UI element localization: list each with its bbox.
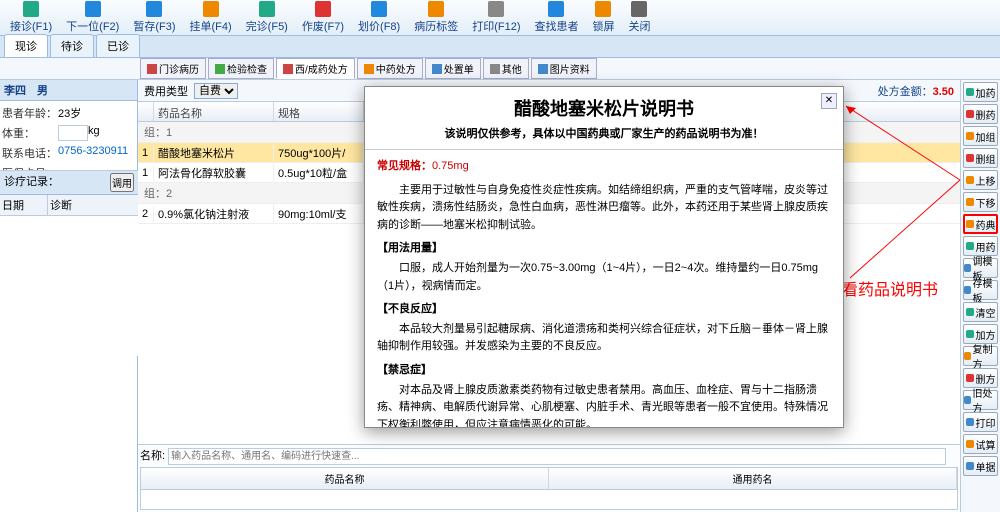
toolbar-btn[interactable]: 作废(F7) (296, 0, 350, 36)
action-btn-打印[interactable]: 打印 (963, 412, 998, 432)
action-btn-下移[interactable]: 下移 (963, 192, 998, 212)
drug-search-input[interactable] (168, 448, 946, 465)
main-tab[interactable]: 待诊 (50, 34, 94, 57)
weight-input[interactable] (58, 125, 88, 141)
sub-tabs: 门诊病历检验检查西/成药处方中药处方处置单其他图片资料 (0, 58, 1000, 80)
toolbar-btn[interactable]: 接诊(F1) (4, 0, 58, 36)
popup-title: 醋酸地塞米松片说明书 (373, 95, 835, 121)
action-btn-复制方[interactable]: 复制方 (963, 346, 998, 366)
sub-tab[interactable]: 检验检查 (208, 58, 274, 79)
fee-type-select[interactable]: 自费 (194, 83, 238, 99)
sub-tab[interactable]: 西/成药处方 (276, 58, 355, 79)
main-tab[interactable]: 已诊 (96, 34, 140, 57)
action-btn-清空[interactable]: 清空 (963, 302, 998, 322)
action-btn-加组[interactable]: 加组 (963, 126, 998, 146)
action-buttons: 加药删药加组删组上移下移药典用药调模板存模板清空加方复制方删方旧处方打印试算单据 (960, 80, 1000, 512)
main-tabs: 现诊待诊已诊 (0, 36, 1000, 58)
action-btn-删组[interactable]: 删组 (963, 148, 998, 168)
diag-load-btn[interactable]: 调用 (110, 173, 134, 192)
close-icon[interactable]: ✕ (821, 93, 837, 109)
toolbar-btn[interactable]: 关闭 (622, 0, 656, 36)
toolbar-btn[interactable]: 下一位(F2) (60, 0, 125, 36)
sub-tab[interactable]: 其他 (483, 58, 529, 79)
patient-name: 李四 (4, 85, 26, 97)
toolbar-btn[interactable]: 锁屏 (586, 0, 620, 36)
action-btn-加药[interactable]: 加药 (963, 82, 998, 102)
toolbar-btn[interactable]: 完诊(F5) (240, 0, 294, 36)
sub-tab[interactable]: 图片资料 (531, 58, 597, 79)
sub-tab[interactable]: 门诊病历 (140, 58, 206, 79)
action-btn-删药[interactable]: 删药 (963, 104, 998, 124)
toolbar-btn[interactable]: 病历标签 (408, 0, 464, 36)
action-btn-单据[interactable]: 单据 (963, 456, 998, 476)
main-toolbar: 接诊(F1)下一位(F2)暂存(F3)挂单(F4)完诊(F5)作废(F7)划价(… (0, 0, 1000, 36)
patient-panel: 李四 男 患者年龄：23岁 体重：kg 联系电话：0756-3230911 医保… (0, 80, 138, 512)
toolbar-btn[interactable]: 打印(F12) (466, 0, 526, 36)
action-btn-试算[interactable]: 试算 (963, 434, 998, 454)
action-btn-存模板[interactable]: 存模板 (963, 280, 998, 300)
main-tab[interactable]: 现诊 (4, 34, 48, 57)
sub-tab[interactable]: 中药处方 (357, 58, 423, 79)
drug-manual-popup: 醋酸地塞米松片说明书 该说明仅供参考，具体以中国药典或厂家生产的药品说明书为准！… (364, 86, 844, 428)
patient-sex: 男 (37, 85, 48, 97)
action-btn-上移[interactable]: 上移 (963, 170, 998, 190)
action-btn-旧处方[interactable]: 旧处方 (963, 390, 998, 410)
action-btn-药典[interactable]: 药典 (963, 214, 998, 234)
toolbar-btn[interactable]: 查找患者 (528, 0, 584, 36)
toolbar-btn[interactable]: 暂存(F3) (127, 0, 181, 36)
toolbar-btn[interactable]: 划价(F8) (352, 0, 406, 36)
toolbar-btn[interactable]: 挂单(F4) (184, 0, 238, 36)
sub-tab[interactable]: 处置单 (425, 58, 481, 79)
